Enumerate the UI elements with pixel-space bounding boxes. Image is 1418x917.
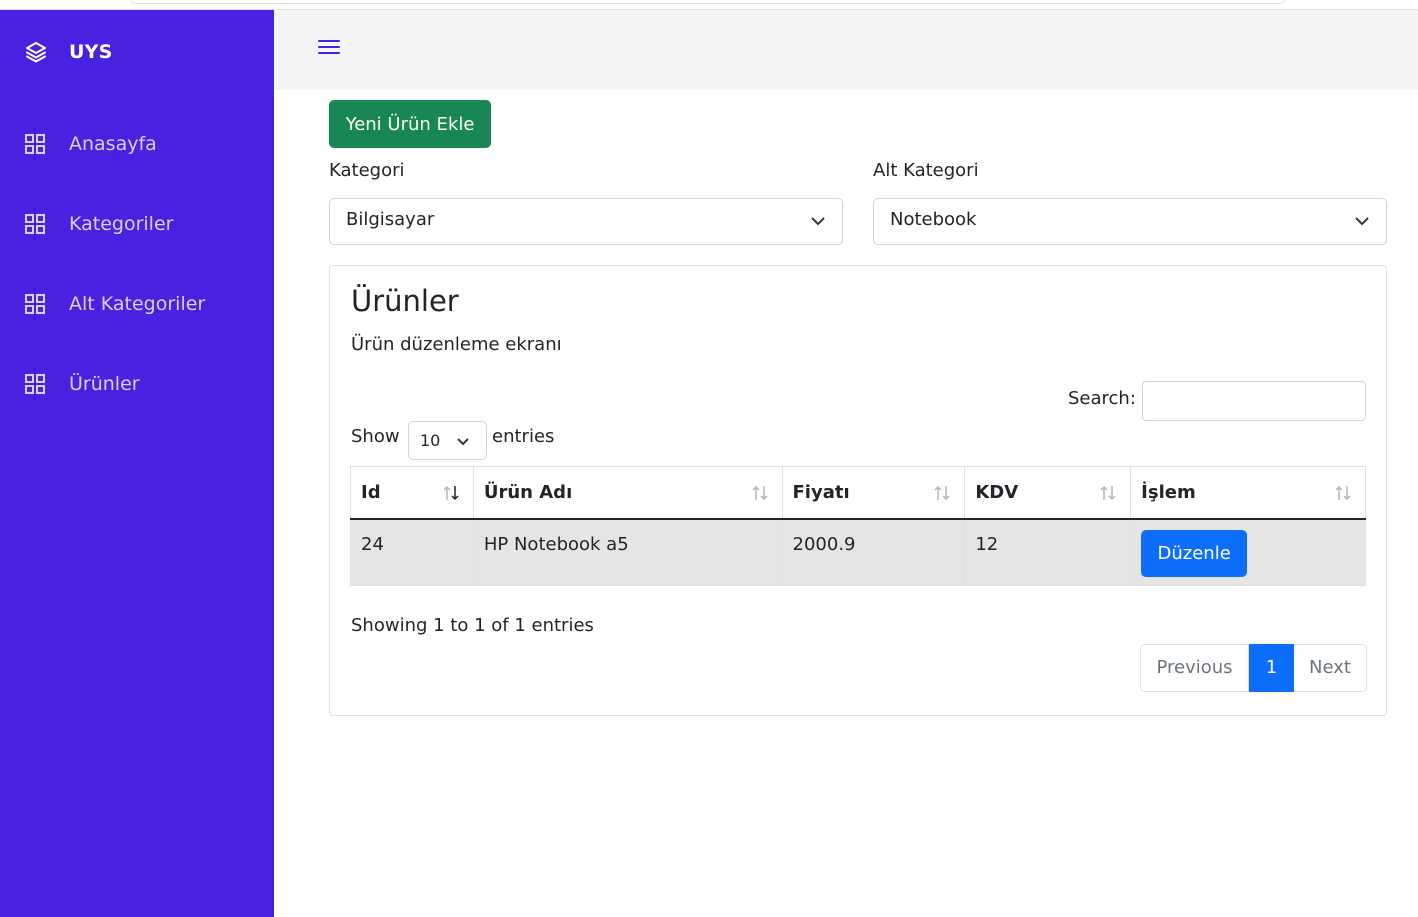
brand-name: UYS <box>69 41 113 63</box>
new-product-button[interactable]: Yeni Ürün Ekle <box>329 100 491 148</box>
column-header-label: Fiyatı <box>792 481 850 503</box>
category-label: Kategori <box>329 160 405 181</box>
search-input[interactable] <box>1142 381 1366 421</box>
cell-price: 2000.9 <box>781 518 965 586</box>
sidebar-item-label: Ürünler <box>69 373 140 395</box>
sidebar-item-urunler[interactable]: Ürünler <box>24 373 140 395</box>
cell-name: HP Notebook a5 <box>472 518 783 586</box>
card-title: Ürünler <box>351 284 459 318</box>
sidebar-item-label: Anasayfa <box>69 133 157 155</box>
page-length-value: 10 <box>420 431 441 450</box>
pagination: Previous 1 Next <box>1140 644 1367 692</box>
grid-icon <box>25 294 45 314</box>
sort-icon <box>751 485 768 501</box>
column-header-label: İşlem <box>1141 481 1196 503</box>
cell-kdv: 12 <box>964 518 1131 586</box>
grid-icon <box>25 374 45 394</box>
column-header-label: Id <box>361 481 381 503</box>
column-header-name[interactable]: Ürün Adı <box>472 466 783 520</box>
chevron-down-icon <box>1355 217 1369 226</box>
search-label: Search: <box>1068 388 1136 409</box>
next-page-button[interactable]: Next <box>1294 644 1367 692</box>
subcategory-select[interactable]: Notebook <box>873 198 1387 245</box>
page-1-button[interactable]: 1 <box>1249 644 1294 692</box>
grid-icon <box>25 134 45 154</box>
previous-page-button[interactable]: Previous <box>1140 644 1249 692</box>
products-card: Ürünler Ürün düzenleme ekranı Search: Sh… <box>329 265 1387 716</box>
sidebar-item-alt-kategoriler[interactable]: Alt Kategoriler <box>24 293 205 315</box>
table-row: 24 HP Notebook a5 2000.9 12 Düzenle <box>350 518 1366 586</box>
chevron-down-icon <box>457 438 469 446</box>
show-label: Show <box>351 426 400 447</box>
sort-icon <box>934 485 950 501</box>
category-select[interactable]: Bilgisayar <box>329 198 843 245</box>
layers-icon <box>26 42 46 63</box>
column-header-label: Ürün Adı <box>483 481 573 503</box>
table-header-row: Id Ürün Adı Fiyatı KDV İşlem <box>350 466 1366 520</box>
brand[interactable]: UYS <box>24 40 112 64</box>
category-value: Bilgisayar <box>346 209 435 230</box>
chevron-down-icon <box>811 217 825 226</box>
entries-label: entries <box>492 426 555 447</box>
page-length-select[interactable]: 10 <box>408 421 487 460</box>
sidebar-item-kategoriler[interactable]: Kategoriler <box>24 213 173 235</box>
sidebar-item-label: Alt Kategoriler <box>69 293 206 315</box>
grid-icon <box>25 214 45 234</box>
subcategory-value: Notebook <box>890 209 977 230</box>
products-table: Id Ürün Adı Fiyatı KDV İşlem 24 HP Noteb… <box>350 466 1366 586</box>
card-subtitle: Ürün düzenleme ekranı <box>351 334 562 355</box>
sort-icon <box>1335 485 1351 501</box>
column-header-price[interactable]: Fiyatı <box>781 466 965 520</box>
sidebar-item-label: Kategoriler <box>69 213 174 235</box>
table-info: Showing 1 to 1 of 1 entries <box>351 615 594 636</box>
sidebar: UYS Anasayfa Kategoriler Alt Kategoriler… <box>0 10 274 917</box>
hamburger-icon[interactable] <box>318 36 340 58</box>
browser-top-strip <box>0 0 1418 10</box>
cell-id: 24 <box>350 518 474 586</box>
column-header-label: KDV <box>975 481 1019 503</box>
column-header-id[interactable]: Id <box>350 466 474 520</box>
column-header-action[interactable]: İşlem <box>1130 466 1366 520</box>
sort-desc-icon <box>443 485 459 501</box>
topbar <box>274 10 1418 90</box>
subcategory-label: Alt Kategori <box>873 160 979 181</box>
address-bar[interactable] <box>130 0 1285 4</box>
edit-button[interactable]: Düzenle <box>1141 529 1248 577</box>
sort-icon <box>1100 485 1116 501</box>
cell-action: Düzenle <box>1130 518 1366 586</box>
column-header-kdv[interactable]: KDV <box>964 466 1131 520</box>
sidebar-item-anasayfa[interactable]: Anasayfa <box>24 133 157 155</box>
